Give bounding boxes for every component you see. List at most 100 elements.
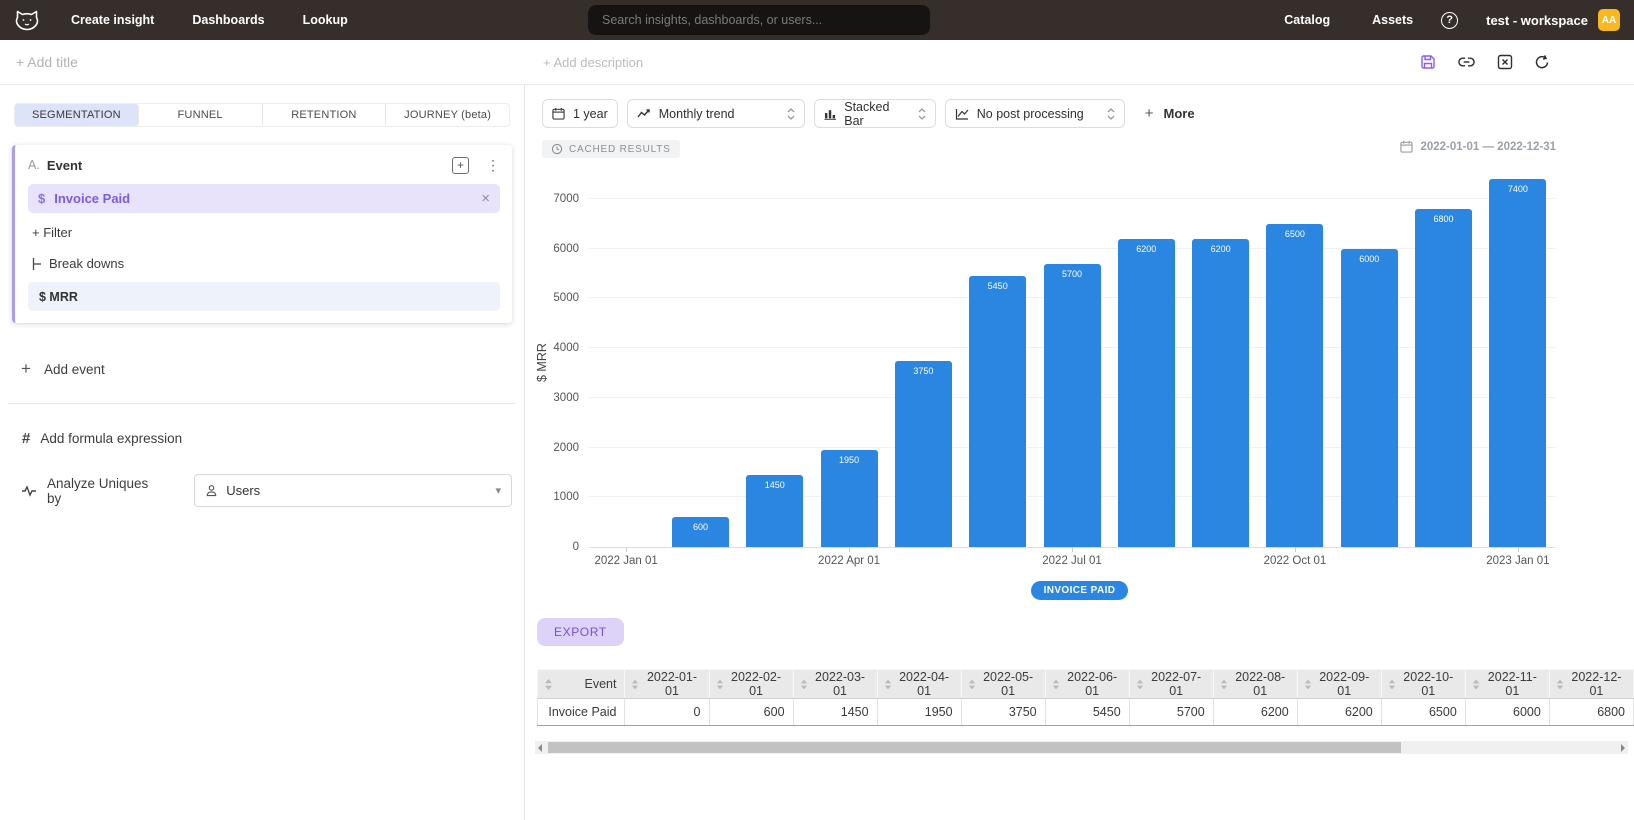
bar-2022-02-01[interactable]: 600 bbox=[672, 517, 729, 547]
column-header-2022-09-01[interactable]: 2022-09-01 bbox=[1297, 670, 1381, 699]
analyze-uniques-select[interactable]: Users ▾ bbox=[194, 474, 512, 507]
nav-assets[interactable]: Assets bbox=[1372, 13, 1413, 27]
analyze-uniques-label: Analyze Uniques by bbox=[47, 476, 166, 506]
duplicate-event-button[interactable]: + bbox=[452, 157, 469, 174]
selected-event-row[interactable]: $ Invoice Paid × bbox=[28, 184, 500, 213]
breakdowns-button[interactable]: Break downs bbox=[32, 256, 500, 271]
column-header-2022-01-01[interactable]: 2022-01-01 bbox=[625, 670, 709, 699]
nav-lookup[interactable]: Lookup bbox=[303, 13, 348, 27]
table-row: Invoice Paid0600145019503750545057006200… bbox=[538, 699, 1634, 726]
export-excel-icon[interactable] bbox=[1497, 54, 1513, 70]
plot-area: 0100020003000400050006000700060014501950… bbox=[589, 172, 1555, 548]
plus-icon: + bbox=[1145, 105, 1154, 122]
bar-2022-08-01[interactable]: 6200 bbox=[1118, 239, 1175, 547]
bar-value-label: 600 bbox=[672, 522, 729, 532]
date-range-button[interactable]: 1 year bbox=[542, 99, 618, 128]
brand-cat-logo-icon[interactable] bbox=[14, 7, 41, 33]
bar-2022-12-01[interactable]: 6800 bbox=[1415, 209, 1472, 547]
select-spinner-icon bbox=[787, 107, 795, 121]
add-title-button[interactable]: + Add title bbox=[16, 54, 78, 70]
bar-chart: $ MRR 0100020003000400050006000700060014… bbox=[525, 164, 1634, 568]
column-header-2022-05-01[interactable]: 2022-05-01 bbox=[961, 670, 1045, 699]
remove-event-icon[interactable]: × bbox=[481, 190, 490, 207]
table-cell: 1950 bbox=[877, 699, 961, 726]
cached-results-badge: CACHED RESULTS bbox=[542, 140, 680, 158]
scroll-left-arrow-icon[interactable] bbox=[538, 744, 542, 752]
bar-value-label: 6800 bbox=[1415, 214, 1472, 224]
bar-2022-03-01[interactable]: 1450 bbox=[746, 475, 803, 547]
sort-icon bbox=[1052, 678, 1060, 691]
copy-link-icon[interactable] bbox=[1457, 55, 1476, 69]
sort-icon bbox=[1556, 678, 1564, 691]
bar-2023-01-01[interactable]: 7400 bbox=[1489, 179, 1546, 547]
bar-2022-05-01[interactable]: 3750 bbox=[895, 361, 952, 547]
event-card-title: Event bbox=[47, 158, 82, 173]
event-card-menu-icon[interactable]: ⋮ bbox=[486, 157, 500, 174]
table-cell: 6000 bbox=[1465, 699, 1549, 726]
bar-2022-09-01[interactable]: 6200 bbox=[1192, 239, 1249, 547]
y-tick-label: 1000 bbox=[535, 491, 579, 503]
add-event-button[interactable]: + Add event bbox=[21, 359, 512, 379]
scrollbar-thumb[interactable] bbox=[548, 742, 1401, 753]
refresh-icon[interactable] bbox=[1534, 54, 1550, 70]
user-icon bbox=[205, 484, 218, 497]
table-cell: 5700 bbox=[1129, 699, 1213, 726]
scroll-right-arrow-icon[interactable] bbox=[1621, 744, 1625, 752]
help-icon[interactable]: ? bbox=[1441, 12, 1458, 29]
add-formula-button[interactable]: # Add formula expression bbox=[22, 430, 512, 447]
add-filter-button[interactable]: + Filter bbox=[32, 225, 500, 240]
column-header-2022-04-01[interactable]: 2022-04-01 bbox=[877, 670, 961, 699]
column-header-2022-03-01[interactable]: 2022-03-01 bbox=[793, 670, 877, 699]
table-header-row: Event2022-01-012022-02-012022-03-012022-… bbox=[538, 670, 1634, 699]
table-cell: 6200 bbox=[1213, 699, 1297, 726]
more-button[interactable]: + More bbox=[1145, 105, 1195, 122]
tab-segmentation[interactable]: SEGMENTATION bbox=[15, 104, 139, 126]
column-header-2022-12-01[interactable]: 2022-12-01 bbox=[1549, 670, 1633, 699]
column-header-event[interactable]: Event bbox=[538, 670, 625, 699]
column-header-2022-06-01[interactable]: 2022-06-01 bbox=[1045, 670, 1129, 699]
sort-icon bbox=[1220, 678, 1228, 691]
gridline bbox=[589, 248, 1555, 249]
breakdown-mrr-row[interactable]: $ MRR bbox=[28, 282, 500, 311]
event-card: A. Event + ⋮ $ Invoice Paid × + Filter B… bbox=[12, 145, 512, 323]
bar-2022-06-01[interactable]: 5450 bbox=[969, 276, 1026, 547]
column-header-2022-08-01[interactable]: 2022-08-01 bbox=[1213, 670, 1297, 699]
tab-journey-beta[interactable]: JOURNEY (beta) bbox=[386, 104, 509, 126]
nav-create-insight[interactable]: Create insight bbox=[71, 13, 154, 27]
avatar[interactable]: AA bbox=[1598, 9, 1620, 31]
bar-value-label: 7400 bbox=[1489, 184, 1546, 194]
bar-value-label: 6200 bbox=[1192, 244, 1249, 254]
column-header-2022-10-01[interactable]: 2022-10-01 bbox=[1381, 670, 1465, 699]
save-icon[interactable] bbox=[1420, 54, 1436, 70]
y-tick-label: 4000 bbox=[535, 342, 579, 354]
sort-icon bbox=[1472, 678, 1480, 691]
column-header-2022-11-01[interactable]: 2022-11-01 bbox=[1465, 670, 1549, 699]
horizontal-scrollbar[interactable] bbox=[535, 741, 1628, 754]
tab-funnel[interactable]: FUNNEL bbox=[139, 104, 263, 126]
selected-event-name: Invoice Paid bbox=[54, 191, 130, 206]
y-tick-label: 2000 bbox=[535, 442, 579, 454]
chevron-down-icon: ▾ bbox=[495, 484, 501, 497]
nav-dashboards[interactable]: Dashboards bbox=[192, 13, 264, 27]
event-card-header: A. Event + ⋮ bbox=[28, 157, 500, 173]
column-header-2022-07-01[interactable]: 2022-07-01 bbox=[1129, 670, 1213, 699]
table-cell: 5450 bbox=[1045, 699, 1129, 726]
tab-retention[interactable]: RETENTION bbox=[263, 104, 387, 126]
legend-invoice-paid[interactable]: INVOICE PAID bbox=[1031, 581, 1129, 600]
search-input[interactable] bbox=[588, 5, 930, 35]
bar-2022-10-01[interactable]: 6500 bbox=[1266, 224, 1323, 547]
sort-icon bbox=[1136, 678, 1144, 691]
export-button[interactable]: EXPORT bbox=[537, 618, 624, 646]
post-processing-select[interactable]: No post processing bbox=[945, 99, 1125, 128]
bar-value-label: 6000 bbox=[1341, 254, 1398, 264]
nav-catalog[interactable]: Catalog bbox=[1284, 13, 1330, 27]
status-row: CACHED RESULTS 2022-01-01 — 2022-12-31 bbox=[525, 140, 1634, 158]
workspace-name[interactable]: test - workspace bbox=[1486, 13, 1588, 28]
chart-type-select[interactable]: Stacked Bar bbox=[814, 99, 936, 128]
add-description-button[interactable]: + Add description bbox=[543, 55, 643, 70]
column-header-2022-02-01[interactable]: 2022-02-01 bbox=[709, 670, 793, 699]
bar-2022-07-01[interactable]: 5700 bbox=[1044, 264, 1101, 547]
bar-2022-11-01[interactable]: 6000 bbox=[1341, 249, 1398, 547]
bar-2022-04-01[interactable]: 1950 bbox=[821, 450, 878, 547]
trend-select[interactable]: Monthly trend bbox=[627, 99, 805, 128]
